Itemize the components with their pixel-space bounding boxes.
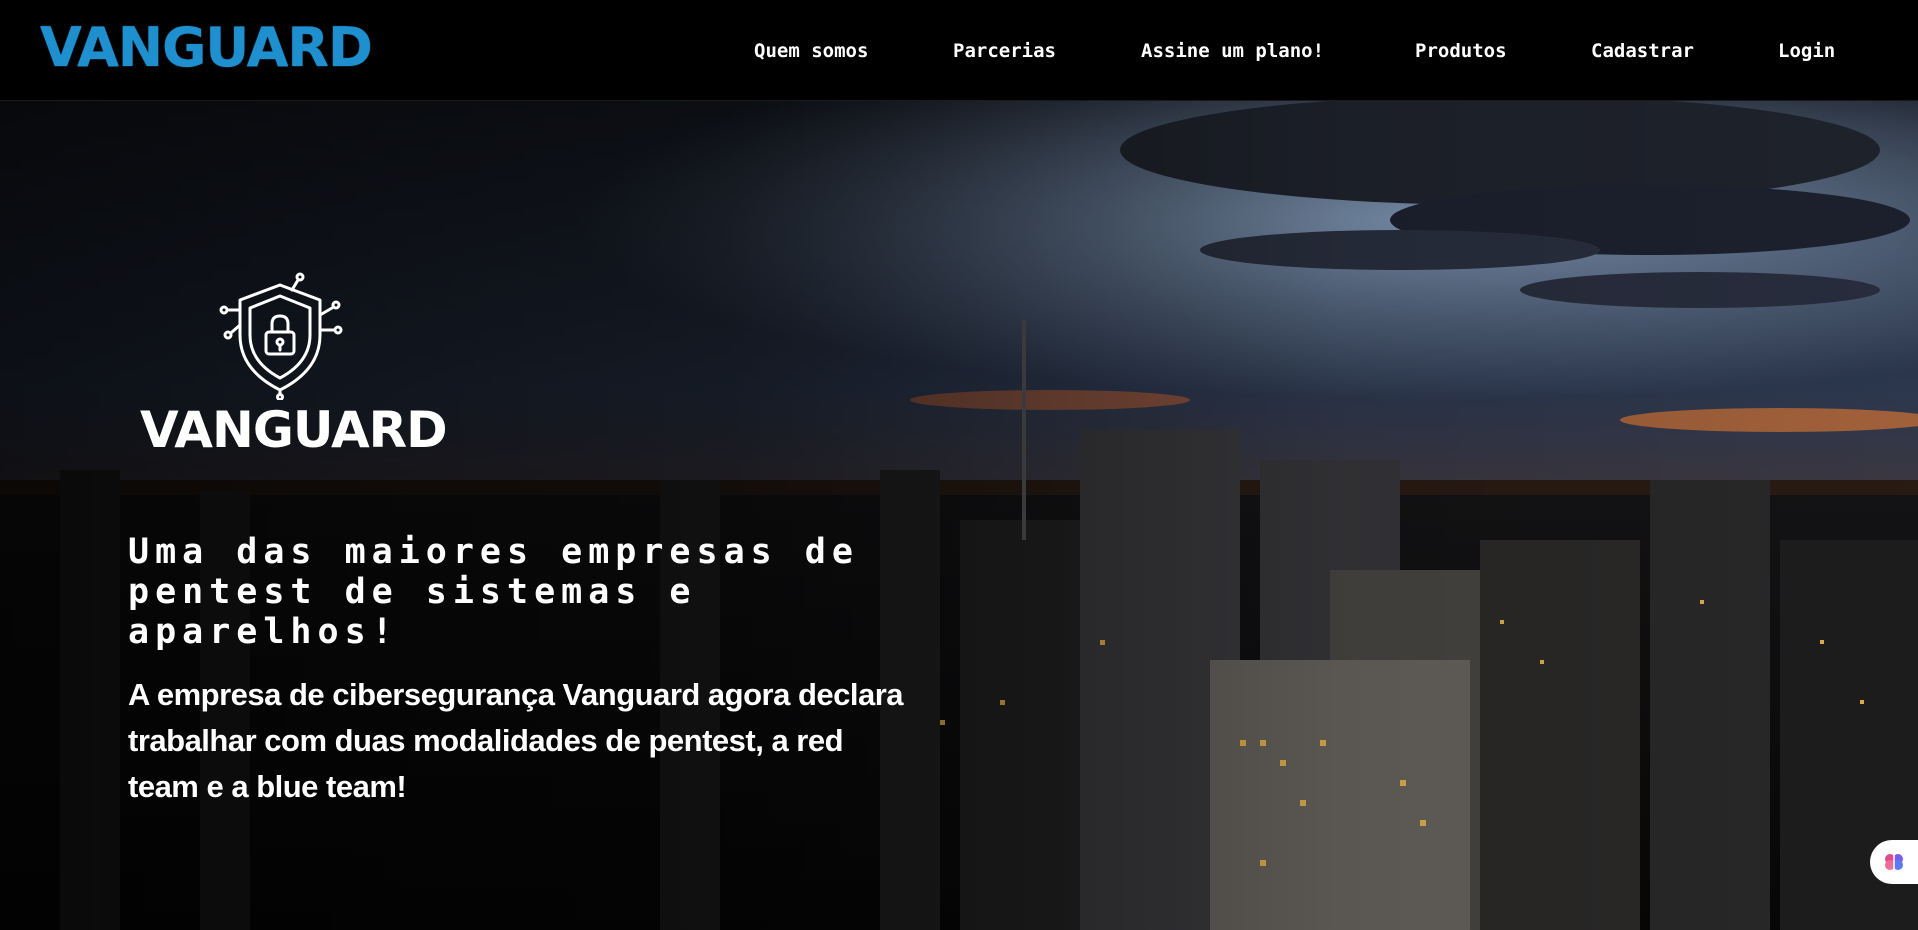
hero-section: VANGUARD Uma das maiores empresas de pen… — [0, 100, 1918, 930]
main-nav: Quem somos Parcerias Assine um plano! Pr… — [0, 0, 1918, 100]
nav-cadastrar[interactable]: Cadastrar — [1591, 38, 1694, 64]
hero-brand-text: VANGUARD — [140, 401, 448, 459]
assistant-button[interactable] — [1870, 840, 1918, 884]
nav-produtos[interactable]: Produtos — [1415, 38, 1507, 64]
brain-icon — [1885, 854, 1903, 870]
hero-headline: Uma das maiores empresas de pentest de s… — [128, 532, 859, 652]
nav-parcerias[interactable]: Parcerias — [953, 38, 1056, 64]
shield-lock-circuit-icon — [219, 272, 343, 400]
nav-assine-um-plano[interactable]: Assine um plano! — [1141, 38, 1324, 64]
nav-quem-somos[interactable]: Quem somos — [754, 38, 868, 64]
nav-login[interactable]: Login — [1778, 38, 1835, 64]
top-navbar: VANGUARD Quem somos Parcerias Assine um … — [0, 0, 1918, 101]
hero-subtext: A empresa de cibersegurança Vanguard ago… — [128, 677, 904, 804]
